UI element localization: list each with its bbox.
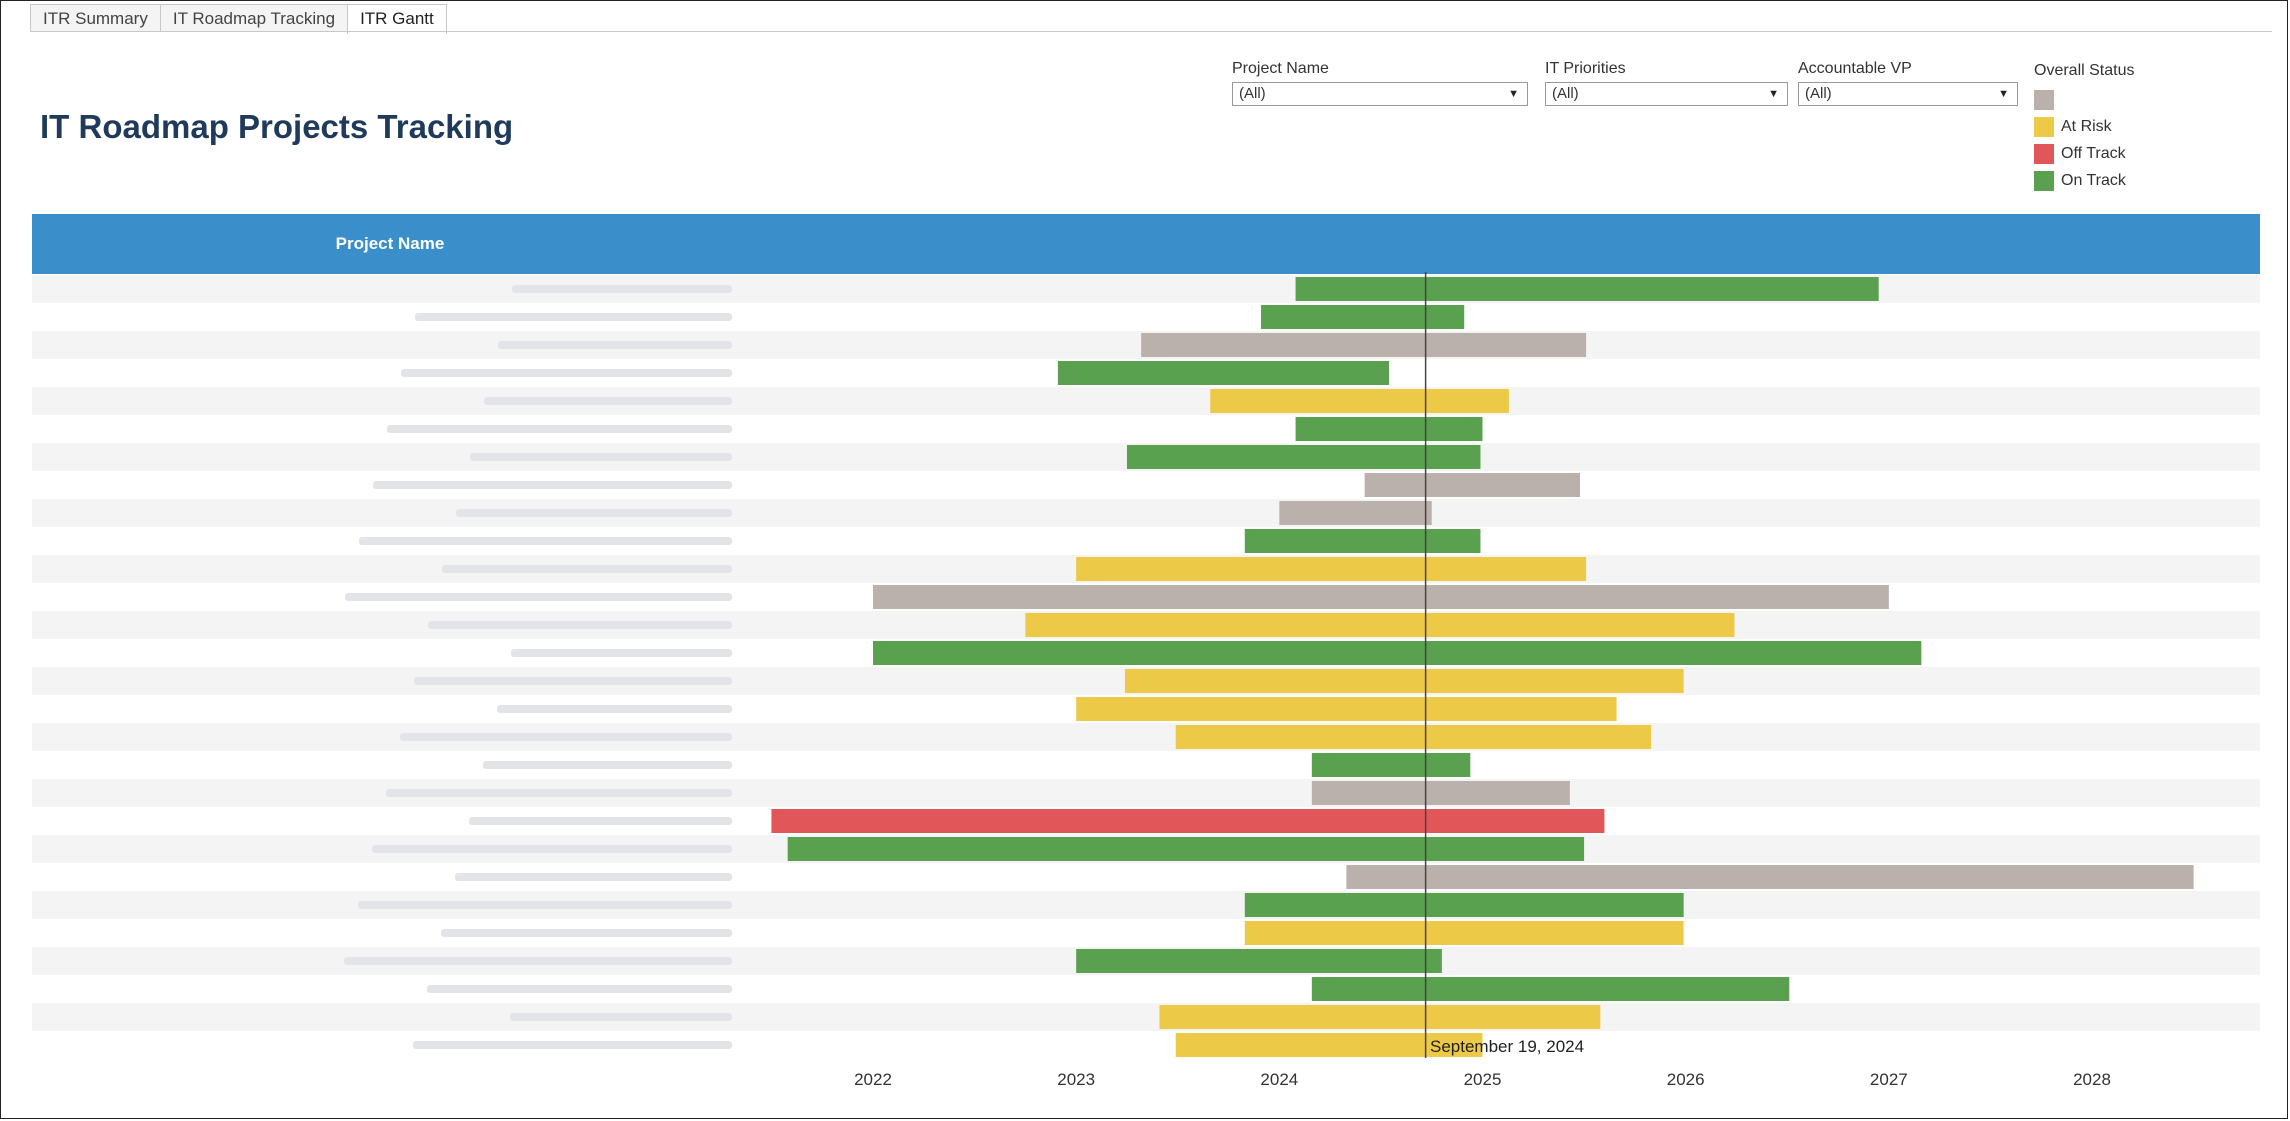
- blurred-project-name: [498, 341, 732, 349]
- blurred-project-name: [455, 873, 732, 881]
- x-axis-tick-label: 2023: [1057, 1070, 1095, 1089]
- gantt-bar[interactable]: [1126, 445, 1481, 469]
- gantt-bar[interactable]: [1364, 473, 1581, 497]
- gantt-row-band: [32, 975, 2260, 1003]
- blurred-project-name: [510, 1013, 732, 1021]
- gantt-row-band: [32, 415, 2260, 443]
- gantt-bar[interactable]: [787, 837, 1585, 861]
- gantt-row-band: [32, 387, 2260, 415]
- blurred-project-name: [358, 901, 732, 909]
- gantt-bar[interactable]: [1141, 333, 1587, 357]
- blurred-project-name: [359, 537, 732, 545]
- gantt-row-band: [32, 1031, 2260, 1059]
- blurred-project-name: [497, 705, 732, 713]
- gantt-bar[interactable]: [1261, 305, 1465, 329]
- gantt-bar[interactable]: [1159, 1005, 1601, 1029]
- blurred-project-name: [441, 929, 732, 937]
- gantt-bar[interactable]: [1244, 893, 1684, 917]
- gantt-bar[interactable]: [1311, 977, 1790, 1001]
- gantt-row-band: [32, 751, 2260, 779]
- blurred-project-name: [400, 733, 732, 741]
- gantt-row-band: [32, 303, 2260, 331]
- gantt-bar[interactable]: [1210, 389, 1509, 413]
- blurred-project-name: [484, 397, 732, 405]
- gantt-bar[interactable]: [771, 809, 1605, 833]
- blurred-project-name: [413, 1041, 732, 1049]
- x-axis-tick-label: 2026: [1667, 1070, 1705, 1089]
- x-axis-tick-label: 2025: [1464, 1070, 1502, 1089]
- blurred-project-name: [469, 817, 732, 825]
- gantt-bar[interactable]: [1295, 277, 1879, 301]
- gantt-bar[interactable]: [1295, 417, 1483, 441]
- gantt-bar[interactable]: [1076, 949, 1442, 973]
- gantt-bar[interactable]: [1346, 865, 2194, 889]
- blurred-project-name: [401, 369, 732, 377]
- x-axis-tick-label: 2022: [854, 1070, 892, 1089]
- blurred-project-name: [427, 985, 732, 993]
- gantt-bar[interactable]: [1311, 753, 1471, 777]
- gantt-row-band: [32, 779, 2260, 807]
- blurred-project-name: [387, 425, 732, 433]
- blurred-project-name: [428, 621, 732, 629]
- gantt-bar[interactable]: [1279, 501, 1432, 525]
- blurred-project-name: [470, 453, 732, 461]
- x-axis-tick-label: 2024: [1260, 1070, 1298, 1089]
- gantt-bar[interactable]: [873, 585, 1889, 609]
- gantt-chart: 2022 2023 2024 2025 2026 2027 2028: [32, 272, 2260, 1089]
- gantt-row-band: [32, 1003, 2260, 1031]
- blurred-project-name: [442, 565, 732, 573]
- gantt-bar[interactable]: [1175, 725, 1652, 749]
- gantt-bar[interactable]: [873, 641, 1922, 665]
- blurred-project-name: [386, 789, 732, 797]
- blurred-project-name: [483, 761, 732, 769]
- blurred-project-name: [414, 677, 732, 685]
- blurred-project-name: [511, 649, 732, 657]
- gantt-bar[interactable]: [1244, 529, 1481, 553]
- blurred-project-name: [372, 845, 732, 853]
- x-axis-tick-label: 2027: [1870, 1070, 1908, 1089]
- blurred-project-name: [345, 593, 732, 601]
- x-axis-tick-label: 2028: [2073, 1070, 2111, 1089]
- blurred-project-name: [512, 285, 732, 293]
- gantt-bar[interactable]: [1124, 669, 1684, 693]
- blurred-project-name: [415, 313, 732, 321]
- gantt-bar[interactable]: [1244, 921, 1684, 945]
- today-date-label: September 19, 2024: [1430, 1037, 1585, 1056]
- gantt-row-band: [32, 275, 2260, 303]
- gantt-row-band: [32, 499, 2260, 527]
- gantt-bar[interactable]: [1076, 697, 1617, 721]
- gantt-bar[interactable]: [1025, 613, 1735, 637]
- gantt-row-band: [32, 723, 2260, 751]
- gantt-bar[interactable]: [1311, 781, 1570, 805]
- gantt-bar[interactable]: [1076, 557, 1587, 581]
- gantt-bar[interactable]: [1057, 361, 1390, 385]
- gantt-row-band: [32, 919, 2260, 947]
- gantt-row-band: [32, 471, 2260, 499]
- blurred-project-name: [456, 509, 732, 517]
- blurred-project-name: [344, 957, 732, 965]
- blurred-project-name: [373, 481, 732, 489]
